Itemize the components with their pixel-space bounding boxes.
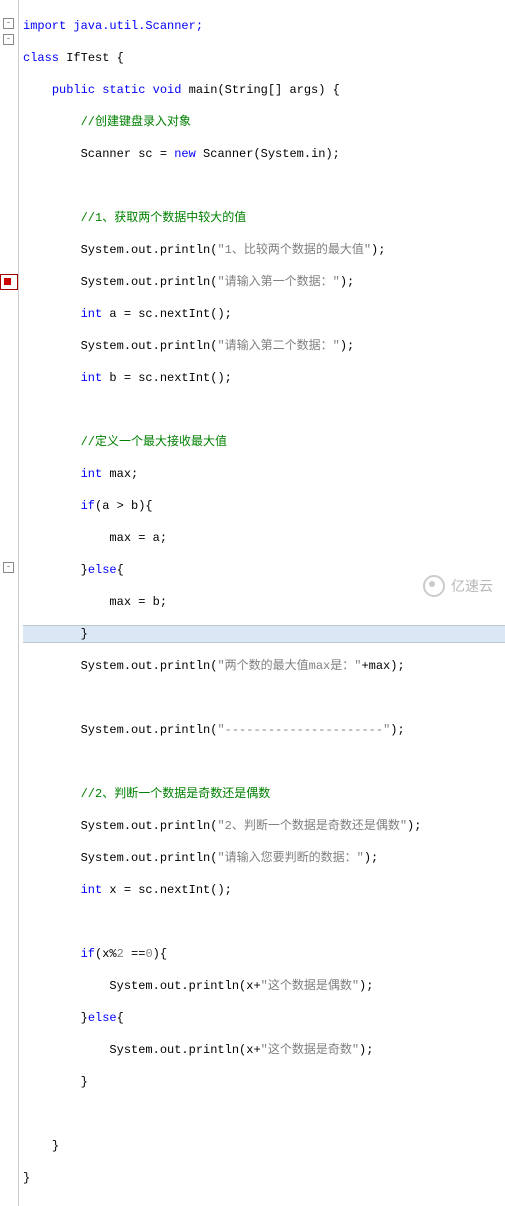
kw-public: public static void bbox=[52, 83, 182, 97]
code-text: System.out.println( bbox=[81, 243, 218, 257]
watermark: 亿速云 bbox=[423, 575, 493, 597]
code-text: main(String[] args) { bbox=[181, 83, 339, 97]
code-text: ); bbox=[359, 1043, 373, 1057]
kw-new: new bbox=[174, 147, 196, 161]
current-line: } bbox=[23, 625, 505, 643]
code-text: } bbox=[81, 1075, 88, 1089]
fold-toggle[interactable]: - bbox=[3, 34, 14, 45]
string: "这个数据是偶数" bbox=[261, 979, 359, 993]
string: "请输入您要判断的数据：" bbox=[217, 851, 363, 865]
comment: //定义一个最大接收最大值 bbox=[81, 435, 227, 449]
code-text: ); bbox=[364, 851, 378, 865]
kw-if: if bbox=[81, 947, 95, 961]
code-area[interactable]: import java.util.Scanner; class IfTest {… bbox=[19, 0, 505, 1206]
kw-else: else bbox=[88, 1011, 117, 1025]
kw-int: int bbox=[81, 307, 103, 321]
comment: //2、判断一个数据是奇数还是偶数 bbox=[81, 787, 271, 801]
code-text: System.out.println( bbox=[81, 659, 218, 673]
code-text: System.out.println( bbox=[81, 339, 218, 353]
code-text: max = a; bbox=[81, 531, 167, 545]
code-text: max; bbox=[102, 467, 138, 481]
kw-int: int bbox=[81, 371, 103, 385]
code-text: } bbox=[52, 1139, 59, 1153]
watermark-icon bbox=[423, 575, 445, 597]
num: 2 bbox=[117, 947, 124, 961]
kw-int: int bbox=[81, 883, 103, 897]
fold-toggle[interactable]: - bbox=[3, 18, 14, 29]
kw-import: import java.util.Scanner; bbox=[23, 19, 203, 33]
string: "这个数据是奇数" bbox=[261, 1043, 359, 1057]
string: "----------------------" bbox=[217, 723, 390, 737]
code-text: b = sc.nextInt(); bbox=[102, 371, 232, 385]
code-editor: - - - import java.util.Scanner; class If… bbox=[0, 0, 505, 1206]
code-text: Scanner(System.in); bbox=[196, 147, 340, 161]
code-text: IfTest { bbox=[59, 51, 124, 65]
code-text: System.out.println( bbox=[81, 851, 218, 865]
code-text: System.out.println( bbox=[81, 723, 218, 737]
code-text: } bbox=[81, 627, 88, 641]
kw-if: if bbox=[81, 499, 95, 513]
code-text: Scanner sc = bbox=[81, 147, 175, 161]
breakpoint-marker[interactable] bbox=[0, 274, 18, 290]
code-text: ); bbox=[407, 819, 421, 833]
string: "两个数的最大值max是：" bbox=[217, 659, 361, 673]
kw-int: int bbox=[81, 467, 103, 481]
code-text: (x% bbox=[95, 947, 117, 961]
code-text: System.out.println(x+ bbox=[81, 1043, 261, 1057]
code-text: ); bbox=[340, 339, 354, 353]
fold-gutter: - - - bbox=[0, 0, 19, 1206]
string: "2、判断一个数据是奇数还是偶数" bbox=[217, 819, 407, 833]
string: "1、比较两个数据的最大值" bbox=[217, 243, 371, 257]
comment: //创建键盘录入对象 bbox=[81, 115, 191, 129]
num: 0 bbox=[145, 947, 152, 961]
code-text: System.out.println( bbox=[81, 275, 218, 289]
code-text: +max); bbox=[361, 659, 404, 673]
code-text: } bbox=[23, 1171, 30, 1185]
code-text: ); bbox=[390, 723, 404, 737]
string: "请输入第一个数据：" bbox=[217, 275, 339, 289]
code-text: } bbox=[81, 1011, 88, 1025]
code-text: System.out.println(x+ bbox=[81, 979, 261, 993]
code-text: ); bbox=[359, 979, 373, 993]
watermark-text: 亿速云 bbox=[451, 576, 493, 596]
code-text: == bbox=[124, 947, 146, 961]
code-text: { bbox=[117, 563, 124, 577]
code-text: ){ bbox=[153, 947, 167, 961]
kw-class: class bbox=[23, 51, 59, 65]
fold-toggle[interactable]: - bbox=[3, 562, 14, 573]
code-text: max = b; bbox=[81, 595, 167, 609]
kw-else: else bbox=[88, 563, 117, 577]
code-text: (a > b){ bbox=[95, 499, 153, 513]
string: "请输入第二个数据：" bbox=[217, 339, 339, 353]
code-text: x = sc.nextInt(); bbox=[102, 883, 232, 897]
code-text: a = sc.nextInt(); bbox=[102, 307, 232, 321]
code-text: ); bbox=[340, 275, 354, 289]
comment: //1、获取两个数据中较大的值 bbox=[81, 211, 247, 225]
code-text: { bbox=[117, 1011, 124, 1025]
code-text: System.out.println( bbox=[81, 819, 218, 833]
code-text: ); bbox=[371, 243, 385, 257]
code-text: } bbox=[81, 563, 88, 577]
